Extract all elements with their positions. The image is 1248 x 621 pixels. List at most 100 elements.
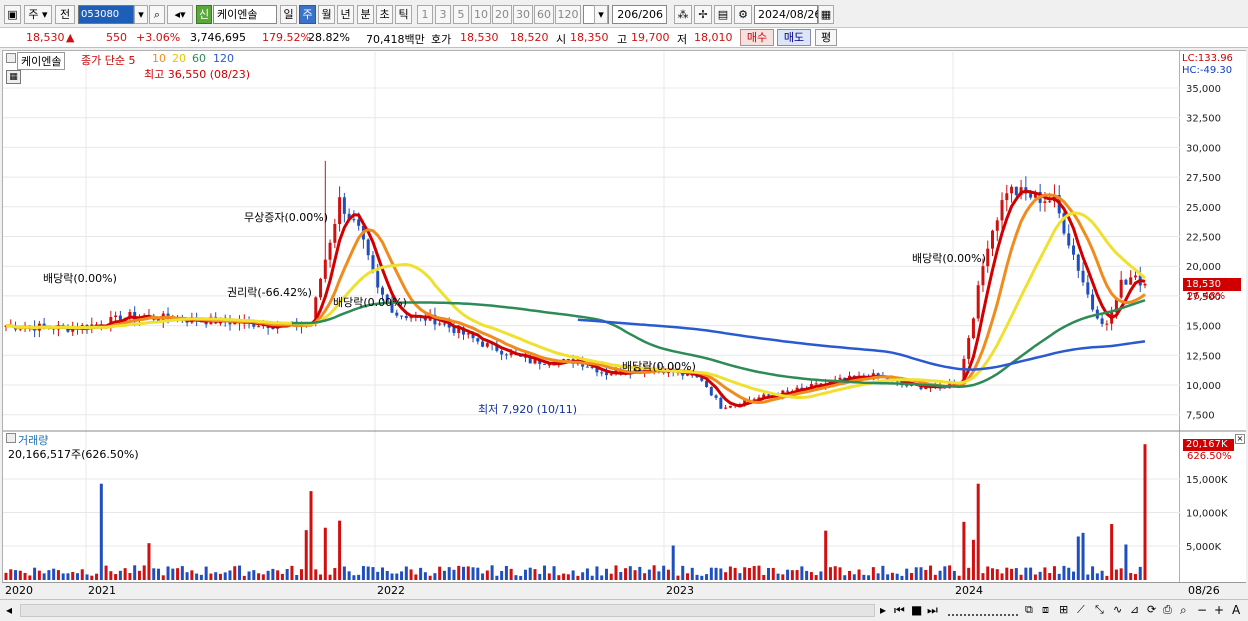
scroll-right-icon[interactable]: ▸ <box>880 603 886 617</box>
volume-bar <box>871 567 875 580</box>
volume-bar <box>514 575 518 580</box>
candle-body <box>981 266 985 286</box>
candle-body <box>323 259 327 279</box>
calculator-icon[interactable]: ▦ <box>6 70 21 84</box>
candle-body <box>1029 193 1033 198</box>
stock-legend: 케이엔솔 <box>17 52 66 70</box>
volume-bar <box>261 574 265 580</box>
volume-bar <box>1119 568 1123 580</box>
volume-bar <box>414 574 418 580</box>
volume-bar <box>571 570 575 580</box>
candle-body <box>1072 245 1076 255</box>
volume-bar <box>800 566 804 580</box>
candle-body <box>604 372 608 376</box>
volume-bar <box>662 565 666 580</box>
layout-icon[interactable]: ⧉ <box>1025 603 1033 617</box>
annotation-bonus-issue: 무상증자(0.00%) <box>244 211 329 224</box>
compare-icon[interactable]: ⧈ <box>1042 603 1049 617</box>
volume-bar <box>28 575 32 580</box>
volume-bar <box>890 572 894 580</box>
bottom-toolbar: ◂ ▸ ⏮ ■ ⏭ ⧉ ⧈ ⊞ ⟋ ⤡ ∿ ⊿ ⟳ ⎙ ⌕ − + A <box>0 599 1248 621</box>
scroll-left-icon[interactable]: ◂ <box>6 603 12 617</box>
volume-bar <box>828 567 832 580</box>
candle-body <box>404 316 408 319</box>
volume-bar <box>209 573 213 580</box>
volume-bar <box>543 565 547 580</box>
volume-tick-label: 15,000K <box>1186 475 1228 486</box>
volume-bar <box>176 568 180 580</box>
candle-body <box>566 359 570 361</box>
close-icon[interactable]: × <box>1235 434 1245 444</box>
volume-bar <box>319 574 323 580</box>
candle-body <box>995 220 999 231</box>
volume-axis-ticks: 15,000K 10,000K 5,000K <box>1186 475 1228 553</box>
candle-body <box>728 405 732 408</box>
zoom-in-icon[interactable]: + <box>1214 603 1224 617</box>
volume-panel-icon[interactable] <box>6 433 16 443</box>
horizontal-scrollbar[interactable] <box>20 604 875 617</box>
magnifier-icon[interactable]: ⌕ <box>1180 603 1187 618</box>
wave-tool-icon[interactable]: ∿ <box>1113 603 1122 616</box>
volume-bar <box>886 574 890 580</box>
candle-body <box>585 366 589 368</box>
zoom-slider[interactable] <box>948 606 1018 616</box>
candle-body <box>442 323 446 325</box>
volume-bar <box>857 569 861 580</box>
candle-body <box>1105 323 1109 325</box>
ma-10-line <box>5 193 1146 405</box>
candle-body <box>438 323 442 325</box>
volume-bar <box>342 566 346 580</box>
volume-bar <box>719 568 723 580</box>
moving-average-lines <box>5 189 1146 408</box>
volume-bar <box>147 543 151 580</box>
volume-bar <box>962 521 966 580</box>
candle-body <box>476 338 480 342</box>
panel-icon[interactable] <box>6 53 16 63</box>
volume-bar <box>142 565 146 580</box>
candle-body <box>1010 186 1014 194</box>
candle-body <box>1133 275 1137 278</box>
ma-legend-120: 120 <box>213 52 234 65</box>
volume-bar <box>95 573 99 580</box>
volume-bar <box>990 568 994 580</box>
volume-bar <box>228 570 232 580</box>
split-icon[interactable]: ⊞ <box>1059 603 1068 616</box>
volume-bar <box>285 569 289 580</box>
volume-bar <box>624 568 628 580</box>
zoom-out-icon[interactable]: − <box>1197 603 1207 617</box>
volume-bar <box>666 569 670 580</box>
volume-bar <box>914 567 918 580</box>
volume-bar <box>805 570 809 580</box>
volume-bar <box>1024 567 1028 580</box>
candle-body <box>1048 201 1052 203</box>
font-size-icon[interactable]: A <box>1232 603 1240 617</box>
candle-body <box>786 390 790 392</box>
fib-tool-icon[interactable]: ⊿ <box>1130 603 1139 616</box>
stop-icon[interactable]: ■ <box>911 603 922 617</box>
volume-bar <box>824 530 828 580</box>
volume-bar <box>609 573 613 580</box>
candle-body <box>481 341 485 347</box>
print-icon[interactable]: ⎙ <box>1163 603 1172 617</box>
volume-bar <box>190 570 194 580</box>
volume-bar <box>385 571 389 580</box>
volume-bar <box>562 573 566 580</box>
price-tick-label: 22,500 <box>1186 233 1221 244</box>
time-axis: 2020 2021 2022 2023 2024 08/26 <box>2 582 1246 598</box>
rewind-icon[interactable]: ⏮ <box>894 603 905 618</box>
volume-bar <box>595 566 599 580</box>
trend-tool-icon[interactable]: ⤡ <box>1095 603 1104 617</box>
line-tool-icon[interactable]: ⟋ <box>1077 603 1085 617</box>
lc-label: LC:133.96 <box>1182 53 1233 64</box>
fast-forward-icon[interactable]: ⏭ <box>927 603 938 618</box>
refresh-icon[interactable]: ⟳ <box>1147 603 1156 616</box>
candlesticks <box>4 160 1147 410</box>
volume-bar <box>290 565 294 580</box>
volume-bar <box>981 573 985 580</box>
volume-bar <box>56 570 60 580</box>
volume-bar <box>905 568 909 580</box>
candle-body <box>1014 186 1018 196</box>
candle-body <box>1081 270 1085 283</box>
candle-body <box>319 278 323 298</box>
volume-bar <box>705 574 709 580</box>
